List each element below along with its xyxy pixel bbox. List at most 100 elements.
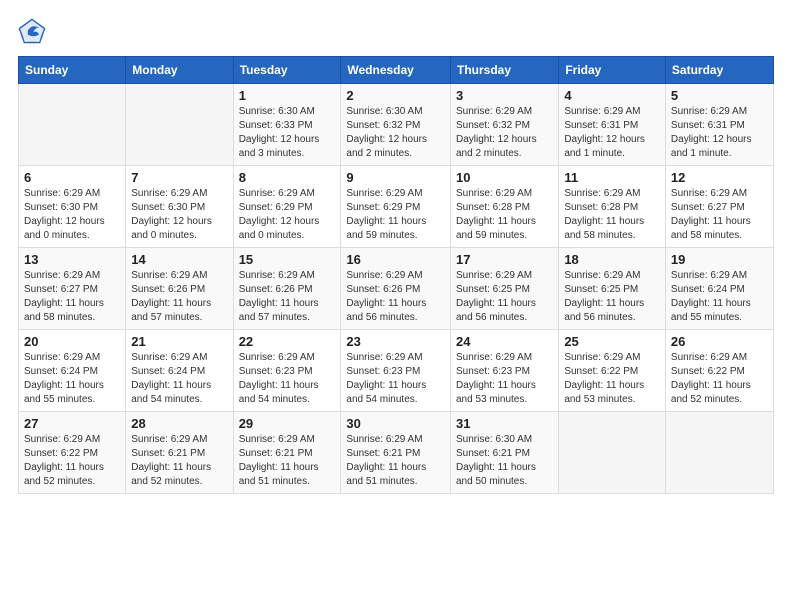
day-info: Sunrise: 6:29 AM Sunset: 6:32 PM Dayligh… bbox=[456, 105, 553, 161]
day-number: 1 bbox=[239, 88, 336, 103]
day-info: Sunrise: 6:29 AM Sunset: 6:29 PM Dayligh… bbox=[239, 187, 336, 243]
calendar-cell: 12Sunrise: 6:29 AM Sunset: 6:27 PM Dayli… bbox=[665, 166, 773, 248]
calendar-week-row: 1 Sunrise: 6:30 AM Sunset: 6:33 PM Daylig… bbox=[19, 84, 774, 166]
day-number: 24 bbox=[456, 334, 553, 349]
calendar-cell: 20 Sunrise: 6:29 AM Sunset: 6:24 PM Dayli… bbox=[19, 330, 126, 412]
calendar-cell: 19 Sunrise: 6:29 AM Sunset: 6:24 PM Dayli… bbox=[665, 248, 773, 330]
day-number: 5 bbox=[671, 88, 768, 103]
day-number: 27 bbox=[24, 416, 120, 431]
logo-icon bbox=[18, 18, 46, 46]
calendar-cell: 4 Sunrise: 6:29 AM Sunset: 6:31 PM Daylig… bbox=[559, 84, 666, 166]
calendar-cell: 2 Sunrise: 6:30 AM Sunset: 6:32 PM Daylig… bbox=[341, 84, 451, 166]
calendar-cell: 14 Sunrise: 6:29 AM Sunset: 6:26 PM Dayli… bbox=[126, 248, 233, 330]
day-info: Sunrise: 6:29 AM Sunset: 6:30 PM Dayligh… bbox=[131, 187, 227, 243]
day-number: 17 bbox=[456, 252, 553, 267]
calendar-cell bbox=[126, 84, 233, 166]
day-info: Sunrise: 6:29 AM Sunset: 6:26 PM Dayligh… bbox=[346, 269, 445, 325]
calendar-cell: 18 Sunrise: 6:29 AM Sunset: 6:25 PM Dayli… bbox=[559, 248, 666, 330]
day-info: Sunrise: 6:29 AM Sunset: 6:24 PM Dayligh… bbox=[131, 351, 227, 407]
day-number: 23 bbox=[346, 334, 445, 349]
day-number: 14 bbox=[131, 252, 227, 267]
day-info: Sunrise: 6:29 AM Sunset: 6:30 PM Dayligh… bbox=[24, 187, 120, 243]
day-number: 15 bbox=[239, 252, 336, 267]
day-info: Sunrise: 6:29 AM Sunset: 6:22 PM Dayligh… bbox=[24, 433, 120, 489]
day-number: 20 bbox=[24, 334, 120, 349]
day-info: Sunrise: 6:29 AM Sunset: 6:24 PM Dayligh… bbox=[24, 351, 120, 407]
day-number: 2 bbox=[346, 88, 445, 103]
calendar-cell: 10Sunrise: 6:29 AM Sunset: 6:28 PM Dayli… bbox=[450, 166, 558, 248]
day-info: Sunrise: 6:29 AM Sunset: 6:25 PM Dayligh… bbox=[564, 269, 660, 325]
day-number: 22 bbox=[239, 334, 336, 349]
day-info: Sunrise: 6:29 AM Sunset: 6:27 PM Dayligh… bbox=[24, 269, 120, 325]
day-number: 3 bbox=[456, 88, 553, 103]
calendar-week-row: 6Sunrise: 6:29 AM Sunset: 6:30 PM Daylig… bbox=[19, 166, 774, 248]
day-number: 25 bbox=[564, 334, 660, 349]
calendar-cell: 8 Sunrise: 6:29 AM Sunset: 6:29 PM Daylig… bbox=[233, 166, 341, 248]
day-info: Sunrise: 6:30 AM Sunset: 6:32 PM Dayligh… bbox=[346, 105, 445, 161]
calendar-cell: 9Sunrise: 6:29 AM Sunset: 6:29 PM Daylig… bbox=[341, 166, 451, 248]
calendar-cell: 3 Sunrise: 6:29 AM Sunset: 6:32 PM Daylig… bbox=[450, 84, 558, 166]
day-number: 31 bbox=[456, 416, 553, 431]
day-info: Sunrise: 6:29 AM Sunset: 6:24 PM Dayligh… bbox=[671, 269, 768, 325]
calendar-cell: 13 Sunrise: 6:29 AM Sunset: 6:27 PM Dayli… bbox=[19, 248, 126, 330]
calendar-cell: 15 Sunrise: 6:29 AM Sunset: 6:26 PM Dayli… bbox=[233, 248, 341, 330]
calendar-cell bbox=[665, 412, 773, 494]
day-number: 29 bbox=[239, 416, 336, 431]
day-info: Sunrise: 6:30 AM Sunset: 6:33 PM Dayligh… bbox=[239, 105, 336, 161]
calendar-cell: 6Sunrise: 6:29 AM Sunset: 6:30 PM Daylig… bbox=[19, 166, 126, 248]
header bbox=[18, 18, 774, 46]
day-info: Sunrise: 6:29 AM Sunset: 6:23 PM Dayligh… bbox=[346, 351, 445, 407]
day-info: Sunrise: 6:29 AM Sunset: 6:31 PM Dayligh… bbox=[671, 105, 768, 161]
calendar-cell: 23 Sunrise: 6:29 AM Sunset: 6:23 PM Dayli… bbox=[341, 330, 451, 412]
calendar-cell: 22 Sunrise: 6:29 AM Sunset: 6:23 PM Dayli… bbox=[233, 330, 341, 412]
calendar-cell: 30 Sunrise: 6:29 AM Sunset: 6:21 PM Dayli… bbox=[341, 412, 451, 494]
day-number: 30 bbox=[346, 416, 445, 431]
calendar-cell: 21 Sunrise: 6:29 AM Sunset: 6:24 PM Dayli… bbox=[126, 330, 233, 412]
calendar-cell: 17 Sunrise: 6:29 AM Sunset: 6:25 PM Dayli… bbox=[450, 248, 558, 330]
header-wednesday: Wednesday bbox=[341, 57, 451, 84]
day-number: 28 bbox=[131, 416, 227, 431]
day-number: 11 bbox=[564, 170, 660, 185]
header-thursday: Thursday bbox=[450, 57, 558, 84]
day-number: 9 bbox=[346, 170, 445, 185]
calendar-cell: 16Sunrise: 6:29 AM Sunset: 6:26 PM Dayli… bbox=[341, 248, 451, 330]
calendar-cell: 24 Sunrise: 6:29 AM Sunset: 6:23 PM Dayli… bbox=[450, 330, 558, 412]
calendar-cell: 29 Sunrise: 6:29 AM Sunset: 6:21 PM Dayli… bbox=[233, 412, 341, 494]
day-info: Sunrise: 6:29 AM Sunset: 6:27 PM Dayligh… bbox=[671, 187, 768, 243]
header-monday: Monday bbox=[126, 57, 233, 84]
day-info: Sunrise: 6:29 AM Sunset: 6:26 PM Dayligh… bbox=[131, 269, 227, 325]
calendar-week-row: 27 Sunrise: 6:29 AM Sunset: 6:22 PM Dayli… bbox=[19, 412, 774, 494]
calendar-week-row: 20 Sunrise: 6:29 AM Sunset: 6:24 PM Dayli… bbox=[19, 330, 774, 412]
day-number: 19 bbox=[671, 252, 768, 267]
day-number: 7 bbox=[131, 170, 227, 185]
calendar-cell bbox=[559, 412, 666, 494]
day-number: 18 bbox=[564, 252, 660, 267]
calendar-cell: 1 Sunrise: 6:30 AM Sunset: 6:33 PM Daylig… bbox=[233, 84, 341, 166]
day-info: Sunrise: 6:29 AM Sunset: 6:25 PM Dayligh… bbox=[456, 269, 553, 325]
header-sunday: Sunday bbox=[19, 57, 126, 84]
calendar-cell: 11 Sunrise: 6:29 AM Sunset: 6:28 PM Dayli… bbox=[559, 166, 666, 248]
day-number: 13 bbox=[24, 252, 120, 267]
calendar-cell: 31 Sunrise: 6:30 AM Sunset: 6:21 PM Dayli… bbox=[450, 412, 558, 494]
header-friday: Friday bbox=[559, 57, 666, 84]
calendar-cell: 28Sunrise: 6:29 AM Sunset: 6:21 PM Dayli… bbox=[126, 412, 233, 494]
header-tuesday: Tuesday bbox=[233, 57, 341, 84]
day-info: Sunrise: 6:29 AM Sunset: 6:31 PM Dayligh… bbox=[564, 105, 660, 161]
day-number: 8 bbox=[239, 170, 336, 185]
day-info: Sunrise: 6:29 AM Sunset: 6:22 PM Dayligh… bbox=[564, 351, 660, 407]
day-info: Sunrise: 6:30 AM Sunset: 6:21 PM Dayligh… bbox=[456, 433, 553, 489]
day-info: Sunrise: 6:29 AM Sunset: 6:23 PM Dayligh… bbox=[456, 351, 553, 407]
day-info: Sunrise: 6:29 AM Sunset: 6:22 PM Dayligh… bbox=[671, 351, 768, 407]
day-number: 21 bbox=[131, 334, 227, 349]
day-info: Sunrise: 6:29 AM Sunset: 6:26 PM Dayligh… bbox=[239, 269, 336, 325]
day-info: Sunrise: 6:29 AM Sunset: 6:21 PM Dayligh… bbox=[239, 433, 336, 489]
day-number: 4 bbox=[564, 88, 660, 103]
day-number: 26 bbox=[671, 334, 768, 349]
calendar-cell: 7 Sunrise: 6:29 AM Sunset: 6:30 PM Daylig… bbox=[126, 166, 233, 248]
day-info: Sunrise: 6:29 AM Sunset: 6:21 PM Dayligh… bbox=[346, 433, 445, 489]
calendar: SundayMondayTuesdayWednesdayThursdayFrid… bbox=[18, 56, 774, 494]
day-info: Sunrise: 6:29 AM Sunset: 6:23 PM Dayligh… bbox=[239, 351, 336, 407]
day-info: Sunrise: 6:29 AM Sunset: 6:28 PM Dayligh… bbox=[564, 187, 660, 243]
calendar-week-row: 13 Sunrise: 6:29 AM Sunset: 6:27 PM Dayli… bbox=[19, 248, 774, 330]
calendar-cell: 5 Sunrise: 6:29 AM Sunset: 6:31 PM Daylig… bbox=[665, 84, 773, 166]
